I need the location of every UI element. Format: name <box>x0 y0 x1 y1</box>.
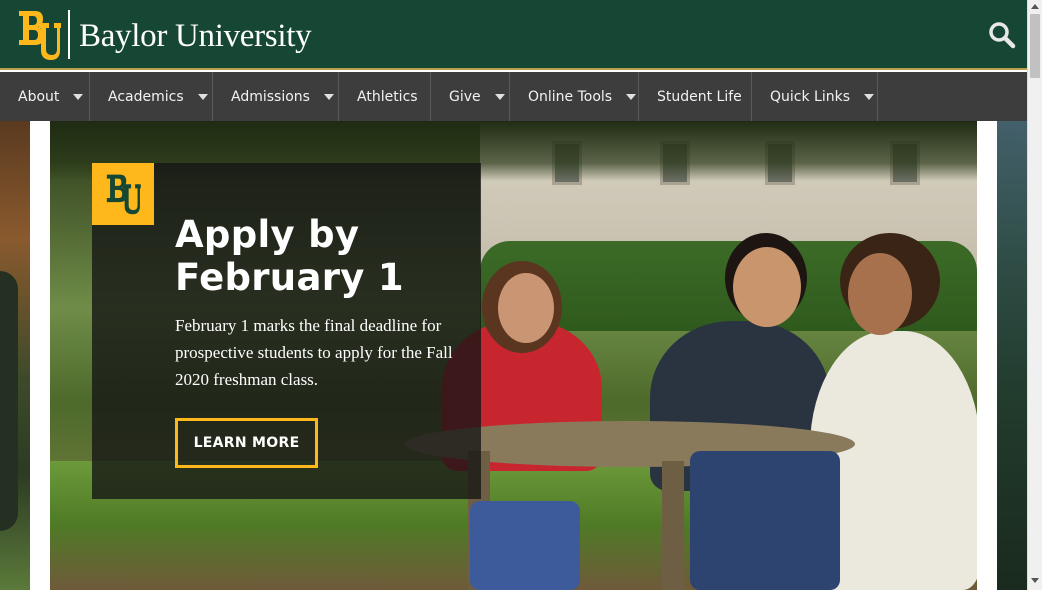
caret-down-icon <box>197 93 208 100</box>
hero-title: Apply by February 1 <box>175 213 404 299</box>
scroll-up-arrow-icon[interactable] <box>1031 4 1039 9</box>
nav-item-give[interactable]: Give <box>431 72 510 121</box>
scrollbar-thumb[interactable] <box>1030 14 1040 78</box>
nav-item-label: Quick Links <box>770 88 851 105</box>
logo-divider <box>68 10 70 59</box>
hero-slide-image: Apply by February 1 February 1 marks the… <box>50 121 977 590</box>
jeans <box>690 451 840 590</box>
scroll-down-arrow-icon[interactable] <box>1031 578 1039 583</box>
nav-item-label: Student Life <box>657 88 742 105</box>
nav-item-academics[interactable]: Academics <box>90 72 213 121</box>
nav-item-about[interactable]: About <box>0 72 90 121</box>
previous-slide-preview[interactable] <box>0 121 30 590</box>
search-icon[interactable] <box>987 20 1017 50</box>
nav-item-label: Admissions <box>231 88 310 105</box>
site-name[interactable]: Baylor University <box>79 16 312 56</box>
nav-item-label: About <box>18 88 60 105</box>
hero-body: February 1 marks the final deadline for … <box>175 316 453 389</box>
caret-down-icon <box>864 93 875 100</box>
nav-item-admissions[interactable]: Admissions <box>213 72 339 121</box>
hero-card: Apply by February 1 February 1 marks the… <box>92 163 481 499</box>
nav-item-online-tools[interactable]: Online Tools <box>510 72 639 121</box>
nav-item-athletics[interactable]: Athletics <box>339 72 431 121</box>
jeans <box>470 501 580 590</box>
next-slide-preview[interactable] <box>997 121 1027 590</box>
hero-carousel: Apply by February 1 February 1 marks the… <box>0 121 1027 590</box>
page-scrollbar[interactable] <box>1027 0 1042 590</box>
caret-down-icon <box>323 93 334 100</box>
nav-item-student-life[interactable]: Student Life <box>639 72 752 121</box>
baylor-bu-logo-icon <box>92 163 154 225</box>
nav-item-label: Online Tools <box>528 88 613 105</box>
caret-down-icon <box>73 93 84 100</box>
caret-down-icon <box>626 93 637 100</box>
nav-item-label: Athletics <box>357 88 418 105</box>
main-nav: About Academics Admissions Athletics Giv… <box>0 72 1027 121</box>
caret-down-icon <box>494 93 505 100</box>
baylor-bu-logo-icon[interactable] <box>17 9 61 61</box>
learn-more-button[interactable]: LEARN MORE <box>175 418 318 468</box>
nav-item-label: Academics <box>108 88 184 105</box>
nav-item-label: Give <box>449 88 481 105</box>
nav-item-quick-links[interactable]: Quick Links <box>752 72 878 121</box>
site-header: Baylor University <box>0 0 1027 70</box>
